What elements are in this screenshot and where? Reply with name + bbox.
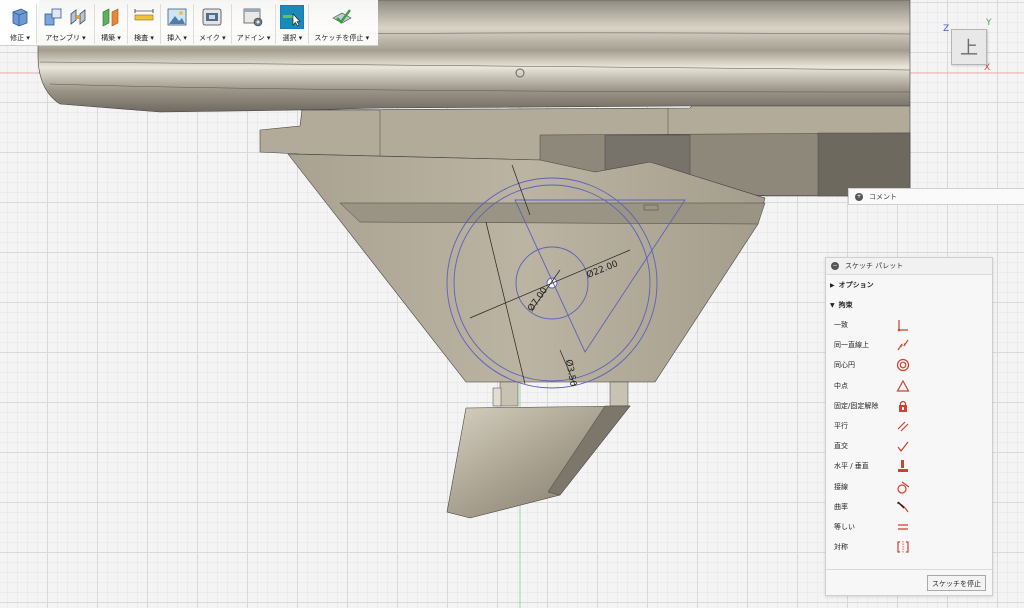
- main-toolbar: 修正 ▾ アセンブリ ▾ 構築 ▾ 検査 ▾ 挿入 ▾ メイク ▾ アドイン ▾…: [0, 0, 379, 46]
- model-leg-right: [609, 381, 629, 407]
- view-cube-top-face[interactable]: 上: [951, 29, 987, 65]
- toolbar-group-stop-sketch[interactable]: スケッチを停止 ▾: [309, 4, 374, 44]
- constraint-label: 中点: [834, 381, 848, 390]
- constraints-section-header[interactable]: ▼ 拘束: [826, 295, 992, 315]
- toolbar-group-modify[interactable]: 修正 ▾: [4, 4, 37, 44]
- constraint-label: 直交: [834, 442, 848, 451]
- constraint-midpoint[interactable]: 中点: [826, 376, 992, 396]
- toolbar-group-assemble[interactable]: アセンブリ ▾: [37, 4, 95, 44]
- midpoint-icon: [896, 379, 910, 392]
- sketch-palette: − スケッチ パレット ▶ オプション ▼ 拘束 一致 同一直線上 同心円 中点…: [825, 257, 993, 596]
- new-component-icon: [44, 8, 62, 26]
- comment-label: コメント: [869, 192, 897, 201]
- constraint-label: 水平 / 垂直: [834, 462, 869, 471]
- constraint-perpendicular[interactable]: 直交: [826, 436, 992, 456]
- insert-image-icon: [167, 8, 187, 26]
- collapse-palette-icon[interactable]: −: [831, 262, 839, 270]
- add-comment-icon[interactable]: +: [855, 192, 863, 201]
- constraint-label: 対称: [834, 543, 848, 552]
- select-cursor-icon: [280, 5, 305, 29]
- constraint-equal[interactable]: 等しい: [826, 517, 992, 537]
- make-3d-print-icon: [202, 8, 222, 26]
- constraint-symmetry[interactable]: 対称: [826, 537, 992, 557]
- view-cube[interactable]: Z Y X 上: [940, 18, 996, 74]
- toolbar-label-modify: 修正 ▾: [10, 34, 30, 42]
- comment-bar[interactable]: + コメント: [848, 188, 1024, 205]
- toolbar-group-insert[interactable]: 挿入 ▾: [161, 4, 194, 44]
- symmetry-icon: [897, 541, 909, 554]
- finish-sketch-icon: [332, 9, 352, 24]
- constraint-horizontal-vertical[interactable]: 水平 / 垂直: [826, 456, 992, 476]
- fix-lock-icon: [899, 400, 907, 412]
- toolbar-group-construct[interactable]: 構築 ▾: [95, 4, 128, 44]
- constraint-label: 曲率: [834, 502, 848, 511]
- constraint-collinear[interactable]: 同一直線上: [826, 335, 992, 355]
- constraint-label: 平行: [834, 422, 848, 431]
- collinear-icon: [897, 339, 909, 351]
- tangent-icon: [897, 481, 910, 494]
- toolbar-group-inspect[interactable]: 検査 ▾: [128, 4, 161, 44]
- sketch-palette-title: スケッチ パレット: [845, 262, 904, 270]
- constraint-curvature[interactable]: 曲率: [826, 497, 992, 517]
- stop-sketch-button[interactable]: スケッチを停止: [927, 574, 986, 591]
- model-leg-left: [499, 381, 519, 407]
- perpendicular-icon: [897, 441, 909, 453]
- constraint-label: 一致: [834, 321, 848, 330]
- toolbar-label-inspect: 検査 ▾: [134, 34, 154, 42]
- toolbar-label-construct: 構築 ▾: [101, 34, 121, 42]
- curvature-icon: [896, 501, 909, 513]
- constraint-parallel[interactable]: 平行: [826, 416, 992, 436]
- expand-right-icon: ▶: [830, 281, 835, 289]
- sketch-palette-footer: スケッチを停止: [826, 569, 992, 595]
- constraint-tangent[interactable]: 接線: [826, 477, 992, 497]
- constraints-section-label: 拘束: [838, 301, 853, 309]
- constraint-label: 接線: [834, 482, 848, 491]
- options-section-header[interactable]: ▶ オプション: [826, 275, 992, 295]
- constraint-label: 同一直線上: [834, 341, 869, 350]
- concentric-icon: [896, 359, 910, 372]
- expand-down-icon: ▼: [830, 301, 835, 309]
- constraint-label: 等しい: [834, 522, 855, 531]
- constraint-label: 同心円: [834, 361, 855, 370]
- constraint-fix-unfix[interactable]: 固定/固定解除: [826, 396, 992, 416]
- toolbar-label-insert: 挿入 ▾: [167, 34, 187, 42]
- measure-icon: [134, 9, 154, 21]
- toolbar-group-addins[interactable]: アドイン ▾: [232, 4, 277, 44]
- parallel-icon: [897, 421, 909, 432]
- toolbar-group-select[interactable]: 選択 ▾: [276, 4, 310, 44]
- view-cube-axis-z: Z: [943, 24, 950, 34]
- addins-scripts-icon: [244, 8, 263, 27]
- toolbar-label-addins: アドイン ▾: [236, 34, 271, 42]
- constraint-coincident[interactable]: 一致: [826, 315, 992, 335]
- sketch-palette-header[interactable]: − スケッチ パレット: [826, 258, 992, 275]
- offset-plane-icon: [102, 8, 119, 27]
- options-section-label: オプション: [838, 281, 874, 289]
- horizontal-vertical-icon: [898, 460, 908, 473]
- view-cube-axis-y: Y: [986, 18, 992, 28]
- modify-icon: [12, 8, 28, 27]
- coincident-icon: [897, 320, 908, 332]
- equal-icon: [898, 524, 908, 530]
- constraint-concentric[interactable]: 同心円: [826, 355, 992, 375]
- toolbar-label-assemble: アセンブリ ▾: [45, 34, 86, 42]
- toolbar-label-make: メイク ▾: [199, 34, 226, 42]
- joint-icon: [70, 9, 86, 25]
- toolbar-label-select: 選択 ▾: [282, 34, 303, 42]
- toolbar-group-make[interactable]: メイク ▾: [194, 4, 232, 44]
- toolbar-label-stop-sketch: スケッチを停止 ▾: [314, 34, 370, 42]
- constraint-label: 固定/固定解除: [834, 401, 879, 410]
